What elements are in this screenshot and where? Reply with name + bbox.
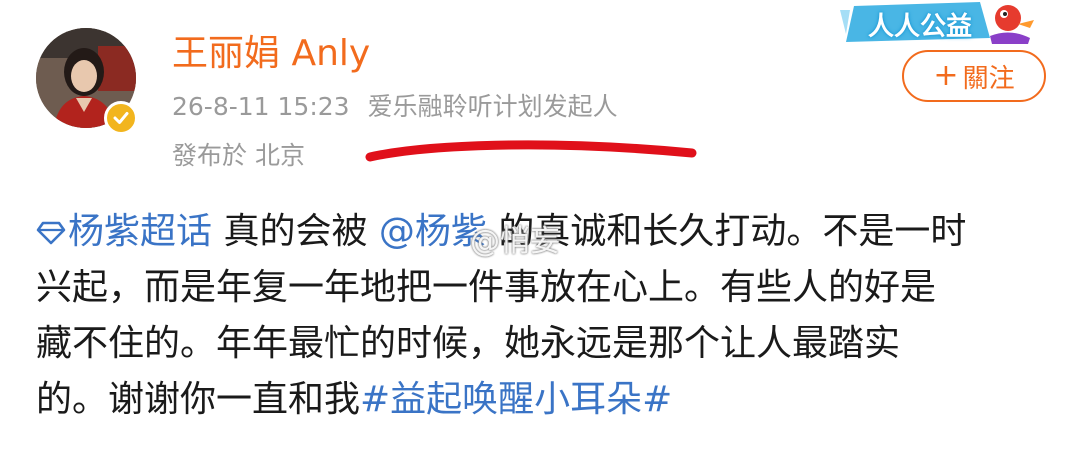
post-meta: 26-8-11 15:23 爱乐融聆听计划发起人 bbox=[172, 94, 618, 119]
post-text-segment: 的。谢谢你一直和我 bbox=[36, 379, 361, 420]
post-timestamp: 26-8-11 15:23 bbox=[172, 92, 350, 121]
topic-link[interactable]: 杨紫超话 bbox=[36, 211, 212, 252]
follow-button-label: 關注 bbox=[962, 63, 1015, 94]
post-text-segment: 真的会被 bbox=[212, 211, 379, 252]
post-line: 兴起，而是年复一年地把一件事放在心上。有些人的好是 bbox=[36, 267, 937, 308]
plus-icon: + bbox=[933, 58, 959, 93]
charity-badge[interactable]: 人人公益 bbox=[840, 0, 1040, 44]
post-line: 杨紫超话 真的会被 @杨紫 的真诚和长久打动。不是一时 bbox=[36, 204, 1046, 260]
follow-button[interactable]: + 關注 bbox=[902, 50, 1046, 102]
charity-badge-label: 人人公益 bbox=[868, 12, 973, 42]
post-line: 藏不住的。年年最忙的时候，她永远是那个让人最踏实 bbox=[36, 323, 901, 364]
post-body: 杨紫超话 真的会被 @杨紫 的真诚和长久打动。不是一时 兴起，而是年复一年地把一… bbox=[36, 204, 1046, 428]
verified-badge-icon bbox=[104, 101, 138, 135]
hashtag-link[interactable]: #益起唤醒小耳朵# bbox=[360, 379, 672, 420]
username[interactable]: 王丽娟 Anly bbox=[172, 36, 370, 72]
mention-link[interactable]: @杨紫 bbox=[379, 211, 487, 252]
post-location: 發布於 北京 bbox=[172, 141, 305, 170]
post-text-segment: 的真诚和长久打动。不是一时 bbox=[486, 211, 967, 252]
user-title: 爱乐融聆听计划发起人 bbox=[367, 92, 618, 121]
topic-link-label: 杨紫超话 bbox=[68, 211, 213, 252]
super-topic-diamond-icon bbox=[36, 221, 66, 245]
post-line: 的。谢谢你一直和我#益起唤醒小耳朵# bbox=[36, 372, 1046, 428]
red-underline-annotation bbox=[365, 140, 697, 162]
